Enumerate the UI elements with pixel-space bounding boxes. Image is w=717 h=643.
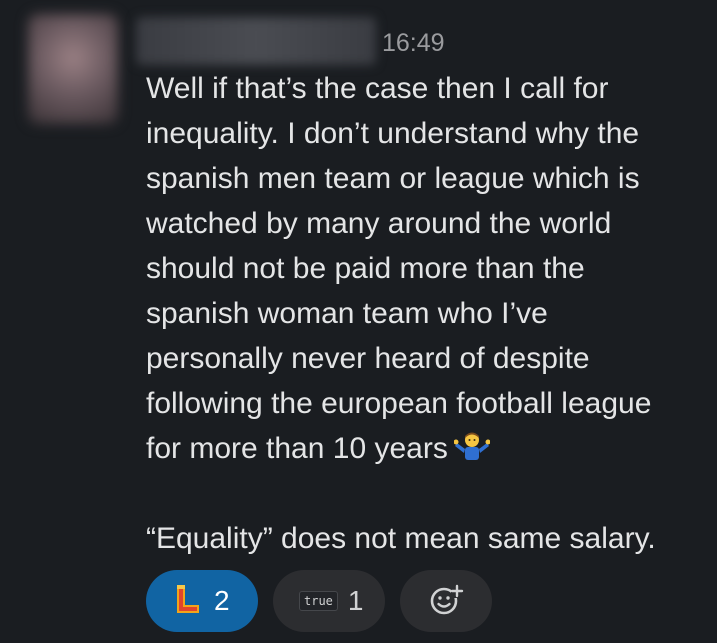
letter-l-emoji (174, 583, 202, 620)
message-body: Well if that’s the case then I call for … (146, 66, 706, 561)
person-shrugging-emoji (453, 430, 491, 464)
message-timestamp[interactable]: 16:49 (382, 28, 445, 58)
reaction-true[interactable]: true 1 (273, 570, 385, 632)
message-paragraph: Well if that’s the case then I call for … (146, 66, 706, 471)
reaction-count: 2 (214, 585, 230, 616)
reaction-letter-l[interactable]: 2 (146, 570, 258, 632)
message-paragraph-text: Well if that’s the case then I call for … (146, 72, 652, 465)
add-reaction-button[interactable] (400, 570, 492, 632)
avatar[interactable] (28, 14, 118, 124)
reaction-count: 1 (347, 585, 364, 616)
sender-name-redacted[interactable] (136, 17, 376, 65)
message-paragraph: “Equality” does not mean same salary. (146, 522, 656, 555)
true-badge-emoji: true (299, 591, 338, 611)
add-reaction-icon (428, 581, 464, 622)
